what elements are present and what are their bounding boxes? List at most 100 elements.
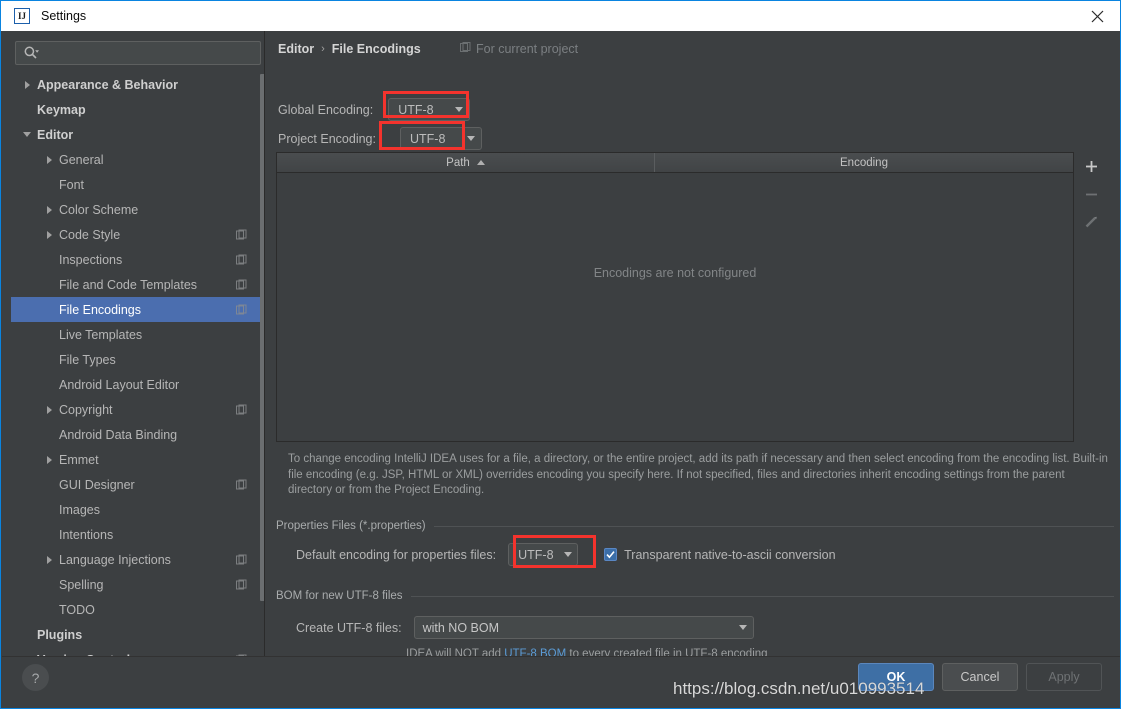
sidebar-item-live-templates[interactable]: Live Templates [11, 322, 265, 347]
sidebar-item-label: File Types [59, 352, 116, 367]
sidebar-item-font[interactable]: Font [11, 172, 265, 197]
encodings-table-body[interactable]: Encodings are not configured [277, 173, 1073, 441]
project-scope-icon [236, 254, 247, 265]
breadcrumb-parent[interactable]: Editor [278, 42, 314, 56]
chevron-right-icon[interactable] [41, 202, 57, 218]
sidebar-item-label: TODO [59, 602, 95, 617]
checkbox-box[interactable] [604, 548, 618, 561]
chevron-right-icon[interactable] [41, 552, 57, 568]
sidebar-item-emmet[interactable]: Emmet [11, 447, 265, 472]
chevron-down-icon [455, 107, 464, 112]
sidebar-item-intentions[interactable]: Intentions [11, 522, 265, 547]
sidebar-item-copyright[interactable]: Copyright [11, 397, 265, 422]
project-encoding-value: UTF-8 [409, 131, 446, 146]
sidebar-item-plugins[interactable]: Plugins [11, 622, 265, 647]
create-utf8-row: Create UTF-8 files: with NO BOM [296, 616, 754, 639]
title-bar: IJ Settings [1, 1, 1120, 31]
encodings-table: Path Encoding Encodings are not configur… [276, 152, 1074, 442]
cancel-button[interactable]: Cancel [942, 663, 1018, 691]
sidebar-item-keymap[interactable]: Keymap [11, 97, 265, 122]
sidebar-item-label: Intentions [59, 527, 114, 542]
sidebar-item-gui-designer[interactable]: GUI Designer [11, 472, 265, 497]
column-header-encoding[interactable]: Encoding [655, 153, 1073, 172]
project-scope-icon [236, 554, 247, 565]
watermark-text: https://blog.csdn.net/u010993514 [673, 679, 925, 698]
sidebar-item-label: GUI Designer [59, 477, 135, 492]
help-button[interactable]: ? [22, 664, 49, 691]
sidebar-item-code-style[interactable]: Code Style [11, 222, 265, 247]
scope-hint: For current project [460, 42, 578, 56]
sidebar-item-label: Inspections [59, 252, 123, 267]
sidebar-item-label: Color Scheme [59, 202, 139, 217]
sidebar-item-editor[interactable]: Editor [11, 122, 265, 147]
project-encoding-label: Project Encoding: [278, 131, 376, 146]
settings-tree: Appearance & Behavior Keymap Editor General… [11, 72, 265, 656]
bom-group-header: BOM for new UTF-8 files [276, 590, 1114, 602]
breadcrumb-current: File Encodings [331, 42, 421, 56]
column-header-path-label: Path [446, 156, 470, 169]
apply-button[interactable]: Apply [1026, 663, 1102, 691]
sidebar-item-label: Live Templates [59, 327, 143, 342]
create-utf8-label: Create UTF-8 files: [296, 620, 402, 635]
sidebar-item-file-types[interactable]: File Types [11, 347, 265, 372]
empty-table-message: Encodings are not configured [593, 266, 757, 280]
breadcrumb-separator: › [321, 43, 325, 55]
sidebar-item-general[interactable]: General [11, 147, 265, 172]
project-scope-icon [460, 42, 471, 56]
sidebar-item-file-and-code-templates[interactable]: File and Code Templates [11, 272, 265, 297]
chevron-right-icon[interactable] [41, 402, 57, 418]
settings-sidebar: Appearance & Behavior Keymap Editor General… [11, 34, 265, 656]
sidebar-item-appearance-behavior[interactable]: Appearance & Behavior [11, 72, 265, 97]
remove-button[interactable] [1078, 180, 1104, 208]
bom-group-title: BOM for new UTF-8 files [276, 590, 403, 602]
project-encoding-combo[interactable]: UTF-8 [399, 127, 482, 150]
create-utf8-combo[interactable]: with NO BOM [413, 616, 754, 639]
sidebar-item-language-injections[interactable]: Language Injections [11, 547, 265, 572]
sidebar-item-file-encodings[interactable]: File Encodings [11, 297, 265, 322]
search-box[interactable] [15, 41, 261, 65]
column-header-path[interactable]: Path [277, 153, 655, 172]
sidebar-item-spelling[interactable]: Spelling [11, 572, 265, 597]
edit-button[interactable] [1078, 208, 1104, 236]
chevron-down-icon[interactable] [19, 127, 35, 143]
global-encoding-row: Global Encoding: UTF-8 [278, 98, 471, 121]
sidebar-item-label: Code Style [59, 227, 121, 242]
sidebar-item-color-scheme[interactable]: Color Scheme [11, 197, 265, 222]
sidebar-item-android-data-binding[interactable]: Android Data Binding [11, 422, 265, 447]
chevron-right-icon[interactable] [19, 77, 35, 93]
chevron-right-icon[interactable] [41, 227, 57, 243]
sidebar-item-label: Appearance & Behavior [37, 77, 179, 92]
transparent-conversion-checkbox[interactable]: Transparent native-to-ascii conversion [604, 548, 836, 562]
properties-encoding-row: Default encoding for properties files: U… [296, 543, 836, 566]
chevron-right-icon[interactable] [41, 152, 57, 168]
encodings-description: To change encoding IntelliJ IDEA uses fo… [288, 453, 1108, 496]
scope-hint-label: For current project [476, 42, 579, 56]
sidebar-item-todo[interactable]: TODO [11, 597, 265, 622]
properties-encoding-combo[interactable]: UTF-8 [508, 543, 579, 566]
sidebar-item-label: Language Injections [59, 552, 171, 567]
search-input[interactable] [39, 46, 260, 60]
sidebar-item-label: Images [59, 502, 100, 517]
create-utf8-value: with NO BOM [422, 620, 499, 635]
sidebar-item-android-layout-editor[interactable]: Android Layout Editor [11, 372, 265, 397]
sidebar-item-label: Android Layout Editor [59, 377, 180, 392]
table-toolbar [1078, 152, 1104, 242]
global-encoding-combo[interactable]: UTF-8 [388, 98, 471, 121]
help-icon: ? [31, 669, 40, 686]
add-button[interactable] [1078, 152, 1104, 180]
chevron-right-icon[interactable] [41, 452, 57, 468]
sidebar-item-inspections[interactable]: Inspections [11, 247, 265, 272]
sidebar-item-label: File and Code Templates [59, 277, 198, 292]
project-scope-icon [236, 229, 247, 240]
search-icon [23, 45, 39, 61]
project-scope-icon [236, 579, 247, 590]
encodings-table-header: Path Encoding [277, 153, 1073, 173]
sidebar-item-images[interactable]: Images [11, 497, 265, 522]
sidebar-item-version-control[interactable]: Version Control [11, 647, 265, 656]
close-icon[interactable] [1074, 1, 1120, 31]
